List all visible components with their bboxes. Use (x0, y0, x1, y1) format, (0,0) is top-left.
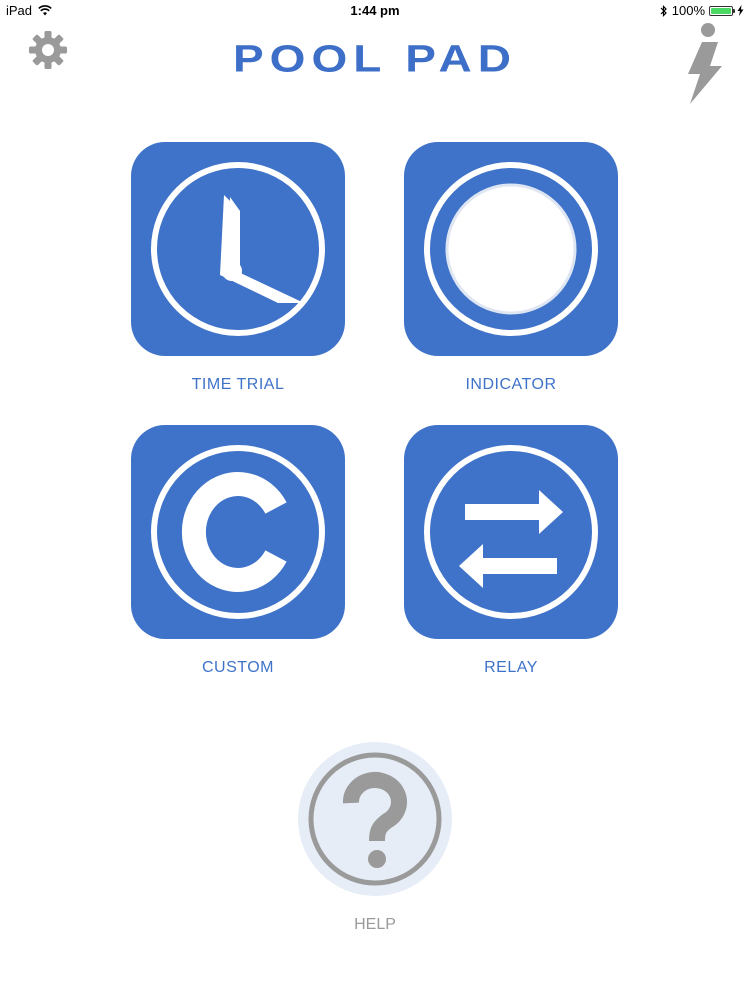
custom-tile[interactable] (131, 425, 345, 639)
info-lightning-icon (688, 23, 722, 104)
relay-button[interactable]: RELAY (404, 425, 618, 677)
status-right: 100% (660, 3, 744, 18)
circle-indicator-icon (424, 162, 598, 336)
help-label: HELP (354, 916, 396, 933)
exchange-arrows-icon (424, 445, 598, 619)
time-trial-button[interactable]: TIME TRIAL (131, 142, 345, 394)
indicator-button[interactable]: INDICATOR (404, 142, 618, 394)
battery-percent: 100% (671, 3, 705, 18)
custom-button[interactable]: CUSTOM (131, 425, 345, 677)
clock-icon (151, 162, 325, 336)
relay-label: RELAY (484, 659, 538, 676)
bluetooth-icon (660, 4, 667, 17)
custom-label: CUSTOM (201, 659, 275, 676)
help-circle[interactable] (298, 742, 452, 896)
status-bar: iPad 1:44 pm 100% (0, 0, 750, 20)
battery-fill (711, 7, 731, 14)
time-trial-label: TIME TRIAL (191, 376, 285, 393)
relay-tile[interactable] (404, 425, 618, 639)
help-button[interactable]: HELP (298, 742, 452, 934)
time-trial-tile[interactable] (131, 142, 345, 356)
battery-icon (709, 5, 735, 16)
question-mark-icon (308, 752, 442, 886)
indicator-tile[interactable] (404, 142, 618, 356)
status-time: 1:44 pm (350, 3, 400, 18)
charging-icon (737, 5, 744, 16)
letter-c-icon (151, 445, 325, 619)
info-button[interactable] (678, 22, 730, 106)
app-title: POOL PAD (233, 36, 517, 80)
indicator-label: INDICATOR (465, 376, 557, 393)
